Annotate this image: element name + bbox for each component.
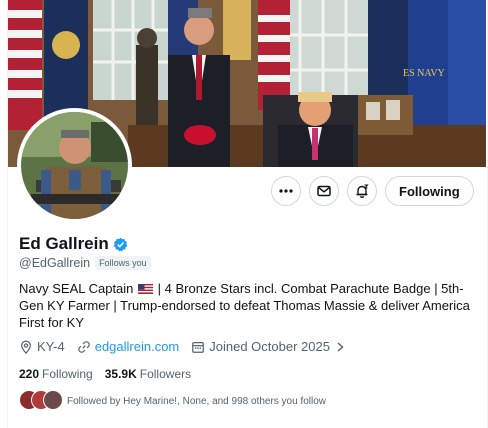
- link-icon: [77, 340, 90, 353]
- followers-stat[interactable]: 35.9K Followers: [105, 367, 191, 381]
- bio-text-1: Navy SEAL Captain: [19, 281, 134, 296]
- location-text: KY-4: [37, 339, 65, 354]
- avatar[interactable]: [17, 108, 132, 223]
- joined-text: Joined October 2025: [209, 339, 330, 354]
- name-row: Ed Gallrein: [19, 234, 128, 254]
- joined-date[interactable]: Joined October 2025: [191, 339, 346, 354]
- display-name: Ed Gallrein: [19, 234, 109, 253]
- profile-meta: KY-4 edgallrein.com Joined October 2025: [19, 339, 358, 354]
- notification-bell-icon: [356, 184, 369, 199]
- handle-row: @EdGallrein Follows you: [19, 256, 151, 270]
- following-stat[interactable]: 220 Following: [19, 367, 93, 381]
- following-count: 220: [19, 367, 40, 381]
- message-button[interactable]: [309, 176, 339, 206]
- following-stat-label: Following: [42, 367, 93, 381]
- more-icon: [279, 189, 293, 193]
- profile-actions: Following: [271, 176, 474, 206]
- message-icon: [317, 185, 331, 197]
- follow-stats: 220 Following 35.9K Followers: [19, 367, 191, 381]
- location: KY-4: [19, 339, 65, 354]
- bio: Navy SEAL Captain | 4 Bronze Stars incl.…: [19, 280, 474, 331]
- profile-page: ES NAVY Following Ed Gallrein @EdGallrei…: [0, 0, 488, 428]
- follower-avatar: [43, 390, 63, 410]
- notifications-button[interactable]: [347, 176, 377, 206]
- handle: @EdGallrein: [19, 256, 91, 270]
- following-button[interactable]: Following: [385, 176, 474, 206]
- us-flag-icon: [138, 284, 154, 294]
- verified-badge-icon[interactable]: [113, 237, 128, 252]
- location-icon: [21, 340, 31, 354]
- website[interactable]: edgallrein.com: [77, 339, 180, 354]
- chevron-right-icon: [337, 341, 344, 352]
- followed-by-text: Followed by Hey Marine!, None, and 998 o…: [67, 395, 327, 407]
- followers-stat-label: Followers: [139, 367, 192, 381]
- followed-by-avatars: [19, 390, 67, 412]
- website-link[interactable]: edgallrein.com: [95, 339, 180, 354]
- more-button[interactable]: [271, 176, 301, 206]
- follows-you-badge: Follows you: [95, 256, 151, 270]
- followers-count: 35.9K: [104, 367, 137, 381]
- calendar-icon: [192, 341, 205, 353]
- followed-by[interactable]: Followed by Hey Marine!, None, and 998 o…: [19, 390, 326, 412]
- svg-text:ES NAVY: ES NAVY: [403, 68, 445, 79]
- following-button-label: Following: [399, 183, 460, 199]
